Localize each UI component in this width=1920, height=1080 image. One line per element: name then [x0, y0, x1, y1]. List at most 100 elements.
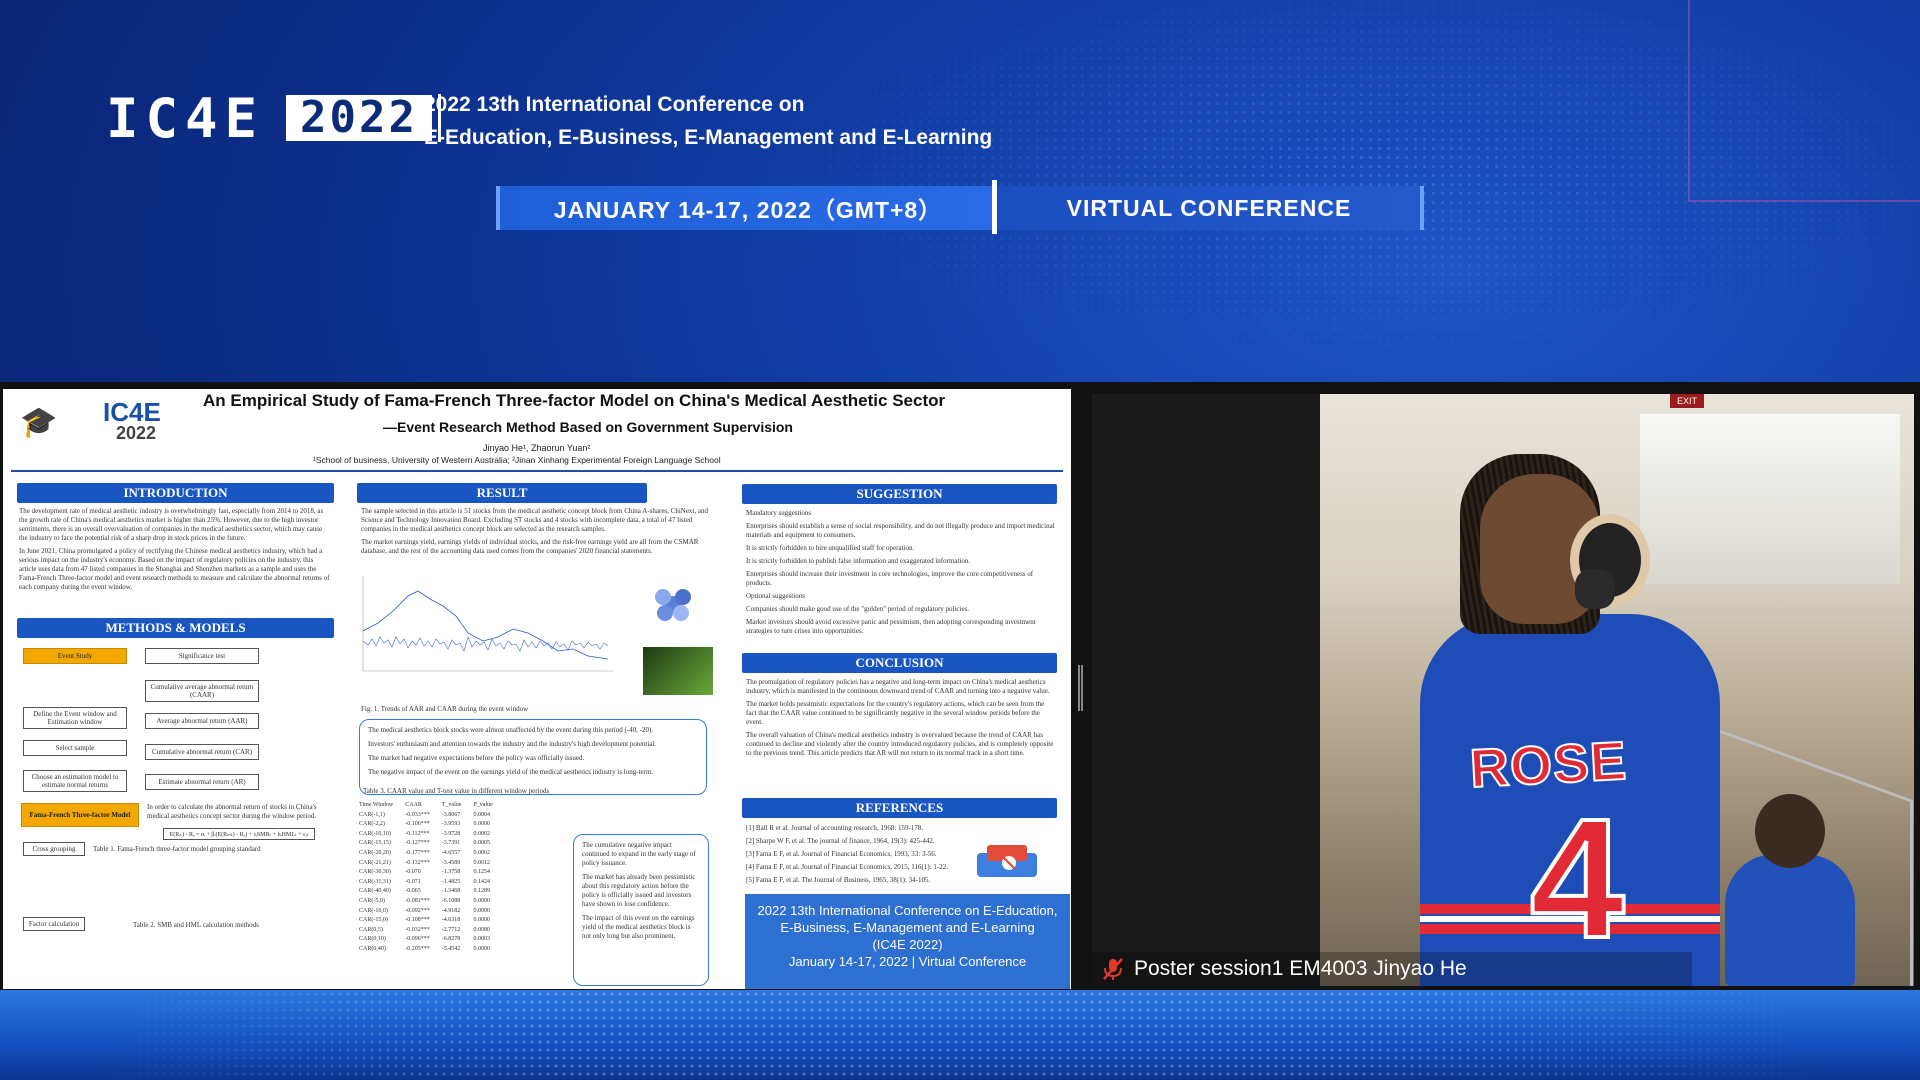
table-cell: 0.1424 [473, 878, 490, 885]
aar-caar-chart [362, 576, 613, 672]
poster-footer-box: 2022 13th International Conference on E-… [745, 894, 1070, 989]
flow-event-study: Event Study [23, 648, 127, 664]
intro-paragraph-2: In June 2021, China promulgated a policy… [19, 547, 330, 591]
exit-sign: EXIT [1670, 394, 1704, 408]
conference-line-2: E-Education, E-Business, E-Management an… [424, 126, 993, 149]
child-head [1755, 794, 1825, 868]
poster-logo-year: 2022 [116, 423, 157, 443]
footer-line-4: January 14-17, 2022 | Virtual Conference [788, 954, 1027, 969]
video-tile[interactable]: EXIT ROSE 4 [1092, 394, 1914, 986]
poster-authors: Jinyao He¹, Zhaorun Yuan² [483, 443, 591, 453]
table-cell: -0.108*** [405, 917, 430, 924]
flow-select-sample: Select sample [23, 740, 127, 756]
table-cell: -0.032*** [405, 926, 430, 933]
footer-line-1: 2022 13th International Conference on E-… [757, 903, 1058, 918]
ff-formula: E(Rᵢₜ) - Rₑ = αᵢ + βᵢ(E(Rₘₜ) - Rₑ) + sᵢS… [163, 828, 315, 840]
result-bullet: The market had negative expectations bef… [368, 754, 585, 762]
poster-logo: 🎓 IC4E 2022 [18, 395, 168, 445]
medical-flower-icon [643, 579, 703, 629]
table-cell: CAR(-5,0) [359, 897, 385, 904]
conclusion-item: The promulgation of regulatory policies … [746, 678, 1050, 695]
table-cell: -0.071 [405, 878, 421, 885]
footer-line-2: E-Business, E-Management and E-Learning [780, 920, 1035, 935]
poster-subtitle: —Event Research Method Based on Governme… [383, 419, 793, 435]
suggestion-item: Companies should make good use of the "g… [746, 605, 970, 613]
table-cell: 0.0012 [473, 859, 490, 866]
table3-header: P_value [473, 802, 493, 808]
table-cell: 0.1254 [473, 869, 490, 876]
table-cell: -0.081*** [405, 897, 430, 904]
table-row: CAR(0,5) -0.032*** -2.7712 0.0080 [359, 926, 505, 936]
poster-share: 🎓 IC4E 2022 An Empirical Study of Fama-F… [3, 389, 1071, 989]
table-row: CAR(-30,30) -0.070 -1.3758 0.1254 [359, 868, 505, 878]
table-cell: -0.205*** [405, 945, 430, 952]
flow-caar: Cumulative average abnormal return (CAAR… [145, 680, 259, 702]
table-cell: -1.3758 [441, 869, 461, 876]
split-resize-handle[interactable] [1078, 665, 1083, 711]
caar-line [362, 590, 609, 660]
result-bullets-box: The medical aesthetics block stocks were… [359, 719, 707, 795]
table-cell: 0.0003 [473, 936, 490, 943]
corner-decoration [1688, 0, 1920, 202]
participant-label: Poster session1 EM4003 Jinyao He [1092, 952, 1692, 986]
banner-separator [992, 180, 997, 234]
conference-line-1: 2022 13th International Conference on [424, 93, 805, 116]
suggestion-item: Enterprises should increase their invest… [746, 570, 1034, 587]
table3-header: Time Window [359, 802, 394, 808]
reference-item: [3] Fama E F, et al. Journal of Financia… [746, 850, 937, 858]
flow-ar: Estimate abnormal return (AR) [145, 774, 259, 790]
table-row: CAR(0,40) -0.205*** -5.4542 0.0000 [359, 945, 505, 955]
table-cell: -0.096*** [405, 936, 430, 943]
child-jersey [1725, 854, 1855, 986]
table-cell: CAR(-10,0) [359, 907, 388, 914]
table-row: CAR(-10,10) -0.112*** -3.9728 0.0002 [359, 830, 505, 840]
reference-item: [1] Ball R et al. Journal of accounting … [746, 824, 924, 832]
reference-item: [4] Fama E F, et al. Journal of Financia… [746, 863, 948, 871]
conclusion-list: The promulgation of regulatory policies … [746, 678, 1056, 762]
table-cell: 0.0080 [473, 926, 490, 933]
table-cell: CAR(-2,2) [359, 821, 385, 828]
conclusion-item: The market holds pessimistic expectation… [746, 700, 1045, 726]
result-right-bullets-box: The cumulative negative impact continued… [573, 834, 709, 986]
presenter: ROSE 4 [1380, 434, 1720, 986]
table-row: CAR(0,10) -0.096*** -6.8278 0.0003 [359, 935, 505, 945]
table-cell: -1.4825 [441, 878, 461, 885]
table-cell: CAR(-15,15) [359, 840, 391, 847]
table-cell: -0.070 [405, 869, 421, 876]
result-paragraph-2: The market earnings yield, earnings yiel… [361, 538, 699, 555]
table-cell: CAR(-30,30) [359, 869, 391, 876]
table-cell: CAR(0,10) [359, 936, 386, 943]
result-right-bullet: The impact of this event on the earnings… [582, 914, 695, 940]
table-cell: CAR(-21,21) [359, 859, 391, 866]
table-cell: 0.0000 [473, 907, 490, 914]
suggestion-item: Market investors should avoid excessive … [746, 618, 1036, 635]
flow-ff-model: Fama-French Three-factor Model [21, 803, 139, 827]
child [1715, 794, 1860, 986]
section-methods: METHODS & MODELS [17, 618, 334, 638]
suggestion-list: Mandatory suggestions Enterprises should… [746, 509, 1056, 640]
suggestion-item: It is strictly forbidden to hire unquali… [746, 544, 915, 552]
result-right-bullet: The cumulative negative impact continued… [582, 841, 696, 867]
poster-title: An Empirical Study of Fama-French Three-… [203, 391, 946, 410]
date-banner: JANUARY 14-17, 2022（GMT+8） [496, 186, 996, 230]
footer-line-3: (IC4E 2022) [872, 937, 943, 952]
result-bullet: Investors' enthusiasm and attention towa… [368, 740, 657, 748]
table-cell: 0.0000 [473, 945, 490, 952]
fig1-caption: Fig. 1. Trends of AAR and CAAR during th… [361, 705, 529, 713]
table-row: CAR(-1,1) -0.033*** -3.8067 0.0004 [359, 811, 505, 821]
suggestion-item: It is strictly forbidden to publish fals… [746, 557, 971, 565]
flow-car: Cumulative abnormal return (CAR) [145, 744, 259, 760]
section-conclusion: CONCLUSION [742, 653, 1057, 673]
table-row: CAR(-2,2) -0.106*** -3.9593 0.0000 [359, 820, 505, 830]
table-cell: 0.0000 [473, 821, 490, 828]
section-references: REFERENCES [742, 798, 1057, 818]
table-cell: -4.9182 [441, 907, 461, 914]
result-bullet: The negative impact of the event on the … [368, 768, 654, 776]
section-suggestion: SUGGESTION [742, 484, 1057, 504]
mic-muted-icon[interactable] [1098, 954, 1128, 984]
table-cell: CAR(0,5) [359, 926, 383, 933]
mode-banner: VIRTUAL CONFERENCE [998, 186, 1424, 230]
footer-dots [0, 990, 1920, 1080]
table-cell: -3.4589 [441, 859, 461, 866]
flow-choose-model: Choose an estimation model to estimate n… [23, 770, 127, 792]
